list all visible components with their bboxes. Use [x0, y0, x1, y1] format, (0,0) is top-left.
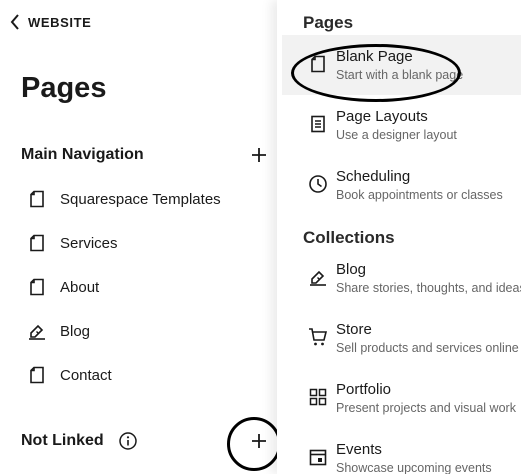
option-title: Page Layouts [336, 108, 428, 125]
layout-icon [307, 113, 329, 135]
option-description: Book appointments or classes [336, 188, 503, 202]
chevron-left-icon [10, 14, 19, 30]
option-title: Blog [336, 261, 367, 278]
nav-item-label: Services [60, 234, 118, 252]
option-description: Use a designer layout [336, 128, 457, 142]
page-icon [30, 278, 44, 296]
nav-item-squarespace-templates[interactable]: Squarespace Templates [28, 187, 221, 211]
grid-icon [307, 386, 329, 408]
blog-icon [307, 266, 329, 288]
collections-section-title: Collections [303, 228, 395, 247]
option-title: Scheduling [336, 168, 411, 185]
option-blog[interactable]: Blog Share stories, thoughts, and ideas [282, 248, 521, 308]
option-scheduling[interactable]: Scheduling Book appointments or classes [282, 155, 521, 215]
nav-item-services[interactable]: Services [28, 231, 118, 255]
nav-item-about[interactable]: About [28, 275, 99, 299]
back-link-label: WEBSITE [28, 14, 92, 30]
option-portfolio[interactable]: Portfolio Present projects and visual wo… [282, 368, 521, 428]
page-title: Pages [21, 72, 107, 104]
option-title: Portfolio [336, 381, 392, 398]
main-navigation-header: Main Navigation [21, 143, 271, 167]
option-page-layouts[interactable]: Page Layouts Use a designer layout [282, 95, 521, 155]
main-navigation-label: Main Navigation [21, 146, 144, 163]
page-icon [30, 234, 44, 252]
pages-panel: WEBSITE Pages Main Navigation Squarespac… [0, 0, 281, 474]
back-to-website-link[interactable]: WEBSITE [10, 13, 91, 31]
nav-item-label: Blog [60, 322, 91, 340]
nav-item-label: Squarespace Templates [60, 190, 221, 208]
option-events[interactable]: Events Showcase upcoming events [282, 428, 521, 474]
add-to-main-navigation-button[interactable] [249, 145, 269, 165]
not-linked-label: Not Linked [21, 432, 104, 449]
nav-item-label: Contact [60, 366, 112, 384]
info-icon[interactable] [118, 431, 138, 451]
option-description: Showcase upcoming events [336, 461, 492, 474]
option-description: Share stories, thoughts, and ideas [336, 281, 521, 295]
pages-section-title: Pages [303, 13, 354, 32]
calendar-icon [307, 446, 329, 468]
page-icon [30, 190, 44, 208]
option-description: Sell products and services online [336, 341, 519, 355]
cart-icon [307, 326, 329, 348]
option-description: Present projects and visual work [336, 401, 516, 415]
nav-item-blog[interactable]: Blog [28, 319, 90, 343]
option-store[interactable]: Store Sell products and services online [282, 308, 521, 368]
option-title: Events [336, 441, 382, 458]
page-icon [30, 366, 44, 384]
plus-icon [252, 148, 266, 162]
option-title: Store [336, 321, 372, 338]
blank-page-highlight-ellipse [291, 44, 461, 102]
clock-icon [307, 173, 329, 195]
nav-item-contact[interactable]: Contact [28, 363, 112, 387]
nav-item-label: About [60, 278, 100, 296]
add-button-highlight-circle [227, 417, 281, 471]
blog-icon [29, 324, 45, 340]
